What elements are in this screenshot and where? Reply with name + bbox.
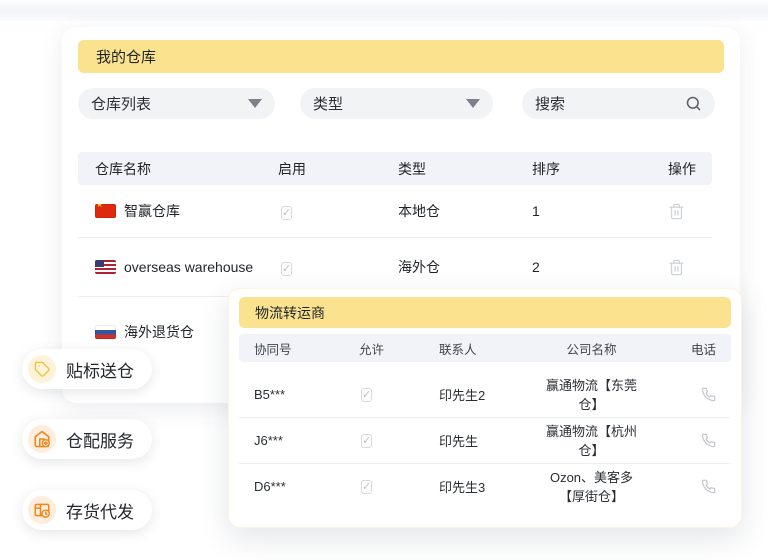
table-row: D6*** ✓ 印先生3 Ozon、美客多【厚街仓】 xyxy=(239,463,731,509)
phone-icon xyxy=(701,387,716,402)
type-dropdown[interactable]: 类型 xyxy=(300,88,493,119)
background-band xyxy=(0,0,768,21)
warehouse-list-dropdown[interactable]: 仓库列表 xyxy=(78,88,275,119)
warehouse-type: 本地仓 xyxy=(398,201,532,221)
pill-label: 存货代发 xyxy=(66,498,134,523)
col-company: 公司名称 xyxy=(539,339,644,358)
warehouse-name: 海外退货仓 xyxy=(124,322,194,342)
warehouse-name-cell: overseas warehouse xyxy=(95,259,278,275)
delete-button[interactable] xyxy=(668,203,712,220)
search-icon[interactable] xyxy=(685,95,702,112)
trash-icon xyxy=(668,203,685,220)
page: 我的仓库 仓库列表 类型 搜索 仓库名称 启用 类型 排序 操作 xyxy=(0,0,768,560)
pill-label: 仓配服务 xyxy=(66,427,134,452)
collab-number: B5*** xyxy=(254,387,359,402)
china-flag-icon: ★ xyxy=(95,204,116,218)
type-dropdown-label: 类型 xyxy=(313,93,343,114)
warehouse-icon xyxy=(28,425,56,453)
forwarder-table-header: 协同号 允许 联系人 公司名称 电话 xyxy=(239,334,731,362)
allowed-checkbox[interactable]: ✓ xyxy=(361,480,372,494)
contact-name: 印先生2 xyxy=(439,385,539,404)
col-enabled: 启用 xyxy=(278,159,398,179)
logistics-forwarder-panel: 物流转运商 协同号 允许 联系人 公司名称 电话 B5*** ✓ 印先生2 赢通… xyxy=(228,288,742,528)
warehouse-sort: 1 xyxy=(532,203,668,219)
call-button[interactable] xyxy=(644,479,716,494)
call-button[interactable] xyxy=(644,433,716,448)
trash-icon xyxy=(668,259,685,276)
russia-flag-icon xyxy=(95,325,116,339)
table-row: B5*** ✓ 印先生2 赢通物流【东莞仓】 xyxy=(239,371,731,417)
stock-dropship-button[interactable]: 存货代发 xyxy=(22,490,152,530)
enabled-checkbox[interactable]: ✓ xyxy=(281,262,292,276)
enabled-checkbox[interactable]: ✓ xyxy=(281,206,292,220)
contact-name: 印先生 xyxy=(439,431,539,450)
col-contact: 联系人 xyxy=(439,339,539,358)
chevron-down-icon xyxy=(466,99,480,108)
allowed-checkbox[interactable]: ✓ xyxy=(361,434,372,448)
table-row: ★ 智赢仓库 ✓ 本地仓 1 xyxy=(78,185,712,237)
col-actions: 操作 xyxy=(668,159,712,179)
col-warehouse-name: 仓库名称 xyxy=(95,159,278,179)
chevron-down-icon xyxy=(248,99,262,108)
col-type: 类型 xyxy=(398,159,532,179)
col-allowed: 允许 xyxy=(359,339,439,358)
panel-title-bar: 我的仓库 xyxy=(78,40,724,73)
usa-flag-icon xyxy=(95,260,116,274)
col-collab-number: 协同号 xyxy=(254,339,359,358)
col-sort: 排序 xyxy=(532,159,668,179)
warehouse-type: 海外仓 xyxy=(398,257,532,277)
phone-icon xyxy=(701,479,716,494)
col-phone: 电话 xyxy=(644,339,716,358)
warehouse-table-header: 仓库名称 启用 类型 排序 操作 xyxy=(78,152,712,185)
forwarder-title-bar: 物流转运商 xyxy=(239,297,731,328)
label-delivery-button[interactable]: 贴标送仓 xyxy=(22,349,152,389)
phone-icon xyxy=(701,433,716,448)
forwarder-title: 物流转运商 xyxy=(255,303,325,323)
allowed-checkbox[interactable]: ✓ xyxy=(361,388,372,402)
company-name: 赢通物流【东莞仓】 xyxy=(539,375,644,413)
contact-name: 印先生3 xyxy=(439,477,539,496)
warehouse-service-button[interactable]: 仓配服务 xyxy=(22,419,152,459)
warehouse-name: overseas warehouse xyxy=(124,259,253,275)
company-name: 赢通物流【杭州仓】 xyxy=(539,421,644,459)
search-input[interactable]: 搜索 xyxy=(522,88,715,119)
collab-number: D6*** xyxy=(254,479,359,494)
tag-icon xyxy=(28,355,56,383)
warehouse-list-dropdown-label: 仓库列表 xyxy=(91,93,151,114)
collab-number: J6*** xyxy=(254,433,359,448)
table-row: J6*** ✓ 印先生 赢通物流【杭州仓】 xyxy=(239,417,731,463)
warehouse-sort: 2 xyxy=(532,259,668,275)
search-placeholder: 搜索 xyxy=(535,93,565,114)
box-clock-icon xyxy=(28,496,56,524)
call-button[interactable] xyxy=(644,387,716,402)
warehouse-name: 智赢仓库 xyxy=(124,201,180,221)
pill-label: 贴标送仓 xyxy=(66,357,134,382)
warehouse-name-cell: ★ 智赢仓库 xyxy=(95,201,278,221)
company-name: Ozon、美客多【厚街仓】 xyxy=(539,467,644,505)
delete-button[interactable] xyxy=(668,259,712,276)
page-title: 我的仓库 xyxy=(96,46,156,67)
